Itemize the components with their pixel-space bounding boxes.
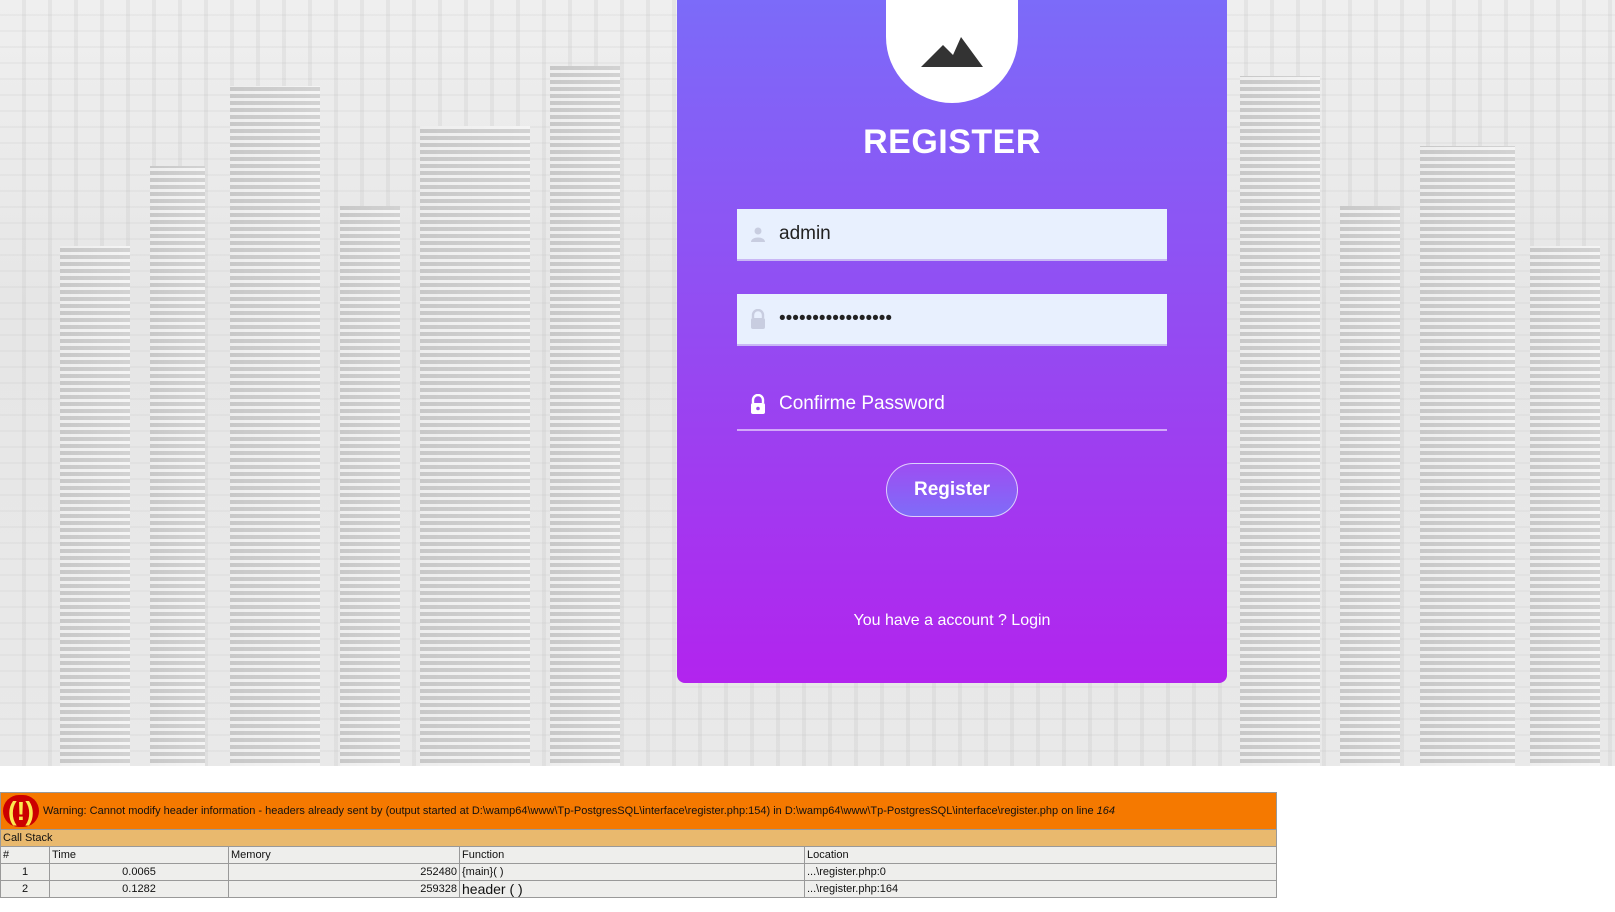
confirm-password-placeholder: Confirme Password bbox=[779, 393, 945, 414]
page-title: REGISTER bbox=[863, 123, 1041, 161]
column-header: # bbox=[0, 846, 50, 864]
login-link[interactable]: You have a account ? Login bbox=[677, 612, 1227, 630]
confirm-password-field[interactable]: Confirme Password bbox=[737, 379, 1167, 431]
column-header: Location bbox=[804, 846, 1277, 864]
username-field[interactable]: admin bbox=[737, 209, 1167, 261]
password-value: ••••••••••••••••• bbox=[779, 308, 893, 329]
warning-icon: (!) bbox=[3, 795, 39, 827]
user-icon bbox=[737, 226, 779, 242]
column-header: Memory bbox=[228, 846, 460, 864]
lock-icon bbox=[737, 394, 779, 414]
password-field[interactable]: ••••••••••••••••• bbox=[737, 294, 1167, 346]
column-header: Time bbox=[49, 846, 229, 864]
warning-line: 164 bbox=[1096, 804, 1116, 817]
username-value: admin bbox=[779, 223, 831, 244]
xdebug-error-table: (!) Warning: Cannot modify header informa… bbox=[0, 792, 1277, 898]
warning-row: (!) Warning: Cannot modify header informa… bbox=[0, 792, 1277, 830]
register-button[interactable]: Register bbox=[886, 463, 1018, 517]
call-stack-label: Call Stack bbox=[0, 829, 1277, 847]
lock-icon bbox=[737, 309, 779, 329]
table-row: 1 0.0065 252480 {main}( ) ...\register.p… bbox=[0, 863, 1277, 881]
logo-badge bbox=[886, 0, 1018, 103]
warning-message: Warning: Cannot modify header informatio… bbox=[43, 804, 1097, 817]
mountain-icon bbox=[921, 36, 983, 67]
register-card: REGISTER admin ••••••••••••••••• Confirm… bbox=[677, 0, 1227, 683]
table-row: 2 0.1282 259328 header ( ) ...\register.… bbox=[0, 880, 1277, 898]
column-header: Function bbox=[459, 846, 805, 864]
